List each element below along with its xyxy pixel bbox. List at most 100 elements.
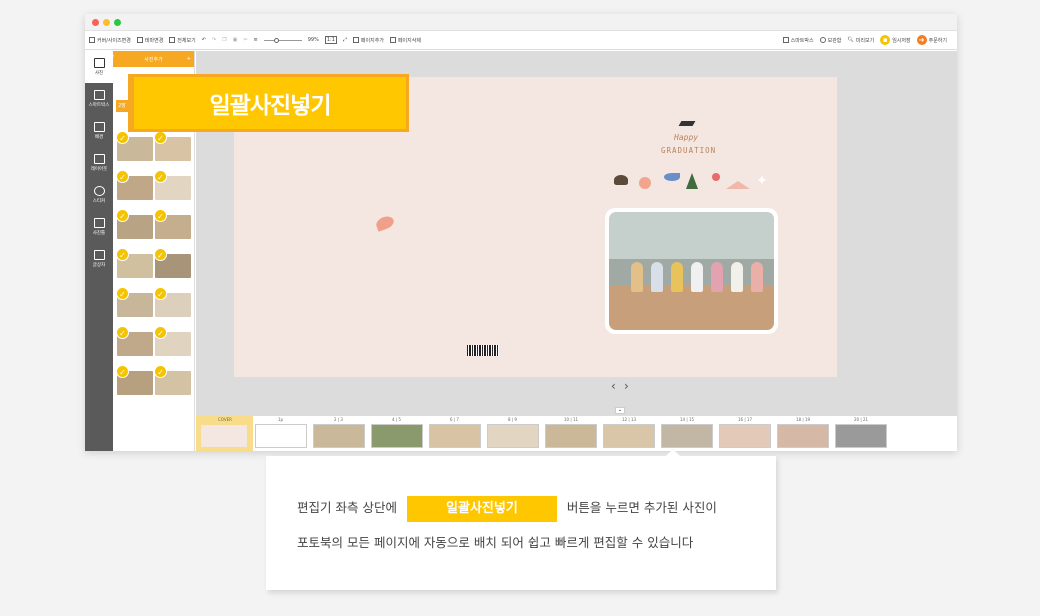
photo-count-chip[interactable]: 2장 — [116, 100, 128, 112]
photo-thumbnail[interactable]: ✓ — [154, 170, 191, 200]
photo-thumbnail[interactable]: ✓ — [116, 287, 153, 317]
redo-icon[interactable]: ↷ — [212, 37, 216, 43]
photo-thumbnail[interactable]: ✓ — [116, 248, 153, 278]
film-page[interactable]: 1p — [255, 417, 307, 448]
photo-thumbnail[interactable]: ✓ — [154, 326, 191, 356]
check-icon: ✓ — [116, 248, 129, 261]
preview-label: 미리보기 — [855, 37, 875, 44]
sidebar-item-smartbox[interactable]: 스마트박스 — [85, 83, 113, 115]
pine-tree-sticker-icon — [686, 173, 698, 189]
sidebar-item-photo[interactable]: 사진 — [85, 51, 113, 83]
view-all-button[interactable]: 전체보기 — [169, 37, 196, 44]
photo-thumbnail[interactable]: ✓ — [116, 326, 153, 356]
check-icon: ✓ — [116, 365, 129, 378]
zoom-slider[interactable] — [263, 37, 302, 43]
undo-icon[interactable]: ↶ — [202, 37, 206, 43]
check-icon: ✓ — [154, 170, 167, 183]
cover-size-button[interactable]: 커버/사이즈변경 — [89, 37, 131, 44]
next-page-icon[interactable]: › — [624, 379, 629, 393]
copy-icon[interactable]: ❐ — [222, 37, 226, 43]
check-icon: ✓ — [116, 209, 129, 222]
photo-thumbnail[interactable]: ✓ — [116, 209, 153, 239]
child-figure — [731, 262, 743, 292]
smart-box-label: 스마트박스 — [790, 37, 814, 44]
batch-photo-insert-button[interactable]: 일괄사진넣기 — [128, 74, 409, 132]
child-figure — [751, 262, 763, 292]
cut-icon[interactable]: ✂ — [243, 37, 247, 43]
photo-thumbnail[interactable]: ✓ — [116, 170, 153, 200]
photo-thumbnail[interactable]: ✓ — [116, 131, 153, 161]
plus-icon[interactable]: + — [187, 56, 191, 62]
cover-photo-frame[interactable] — [605, 208, 778, 334]
order-button[interactable]: ➜ 주문하기 — [916, 35, 947, 45]
sidebar-item-label: 글상자 — [92, 263, 106, 268]
sidebar-item-label: 사진틀 — [92, 231, 106, 236]
sidebar-item-label: 사진 — [94, 71, 104, 76]
box-icon — [93, 90, 105, 100]
graduation-cap-icon — [678, 121, 696, 126]
photo-thumbnail[interactable]: ✓ — [116, 365, 153, 395]
info-box-pointer — [666, 449, 680, 456]
flower-sticker-icon — [639, 177, 651, 189]
sidebar-item-background[interactable]: 배경 — [85, 115, 113, 147]
happy-text: Happy — [674, 133, 699, 142]
magnifier-icon: 🔍︎ — [847, 37, 854, 43]
photo-thumbnail[interactable]: ✓ — [154, 209, 191, 239]
sidebar-item-sticker[interactable]: 스티커 — [85, 179, 113, 211]
storage-button[interactable]: 보관함 — [819, 37, 841, 44]
image-icon — [93, 122, 105, 132]
film-page[interactable]: 16 | 17 — [719, 417, 771, 448]
smart-box-button[interactable]: 스마트박스 — [782, 37, 814, 44]
film-page[interactable]: 6 | 7 — [429, 417, 481, 448]
preview-button[interactable]: 🔍︎ 미리보기 — [847, 37, 874, 44]
menu-icon[interactable]: ≡ — [254, 37, 258, 43]
paste-icon[interactable]: ▣ — [233, 37, 238, 43]
fit-screen-icon[interactable]: ⤢ — [343, 37, 347, 43]
check-icon: ✓ — [116, 326, 129, 339]
close-window-icon[interactable] — [92, 18, 99, 26]
sidebar-item-textbox[interactable]: 글상자 — [85, 243, 113, 275]
film-page[interactable]: 12 | 13 — [603, 417, 655, 448]
temp-save-button[interactable]: ▪ 임시저장 — [880, 35, 911, 45]
photo-thumbnail-grid: ✓ ✓ ✓ ✓ ✓ ✓ ✓ ✓ ✓ ✓ ✓ ✓ ✓ ✓ — [116, 131, 192, 410]
photo-thumbnail[interactable]: ✓ — [154, 287, 191, 317]
minimize-window-icon[interactable] — [103, 18, 110, 26]
film-page-thumbnail — [201, 425, 247, 447]
film-page[interactable]: 2 | 3 — [313, 417, 365, 448]
theme-change-button[interactable]: 테마변경 — [136, 37, 163, 44]
camera-icon — [93, 58, 105, 68]
collapse-panel-icon[interactable]: ‹ — [112, 53, 114, 60]
film-page-label: 4 | 5 — [392, 417, 401, 422]
add-page-button[interactable]: 페이지추가 — [352, 37, 384, 44]
prev-page-icon[interactable]: ‹ — [611, 379, 616, 393]
sidebar-item-frame[interactable]: 사진틀 — [85, 211, 113, 243]
tulip-sticker-icon — [712, 173, 720, 181]
film-page[interactable]: 10 | 11 — [545, 417, 597, 448]
actual-size-button[interactable]: 1:1 — [324, 36, 337, 44]
grid-icon — [169, 37, 176, 43]
graduation-text: GRADUATION — [661, 146, 717, 155]
children-photo — [609, 212, 774, 330]
maximize-window-icon[interactable] — [114, 18, 121, 26]
photo-thumbnail[interactable]: ✓ — [154, 248, 191, 278]
zoom-slider-handle[interactable] — [273, 37, 279, 43]
photo-thumbnail[interactable]: ✓ — [154, 365, 191, 395]
film-page[interactable]: 4 | 5 — [371, 417, 423, 448]
film-page[interactable]: 14 | 15 — [661, 417, 713, 448]
film-page[interactable]: 18 | 19 — [777, 417, 829, 448]
filmstrip-toggle-icon[interactable]: ⌄ — [615, 407, 625, 414]
page-filmstrip: COVER 1p 2 | 3 4 | 5 6 | 7 8 | 9 10 | 11… — [196, 415, 957, 451]
layout-icon — [93, 154, 105, 164]
temp-save-label: 임시저장 — [892, 37, 911, 44]
film-page-cover[interactable]: COVER — [196, 416, 253, 451]
delete-page-button[interactable]: 페이지삭제 — [389, 37, 421, 44]
film-page[interactable]: 20 | 21 — [835, 417, 887, 448]
film-page-label: 14 | 15 — [680, 417, 695, 422]
tree-sticker-icon — [614, 175, 628, 185]
add-photo-button[interactable]: 사진추가 + — [113, 51, 194, 67]
dove-sticker-icon — [374, 214, 396, 232]
sidebar-item-layout[interactable]: 레이아웃 — [85, 147, 113, 179]
photo-thumbnail[interactable]: ✓ — [154, 131, 191, 161]
film-page[interactable]: 8 | 9 — [487, 417, 539, 448]
frame-icon — [93, 218, 105, 228]
